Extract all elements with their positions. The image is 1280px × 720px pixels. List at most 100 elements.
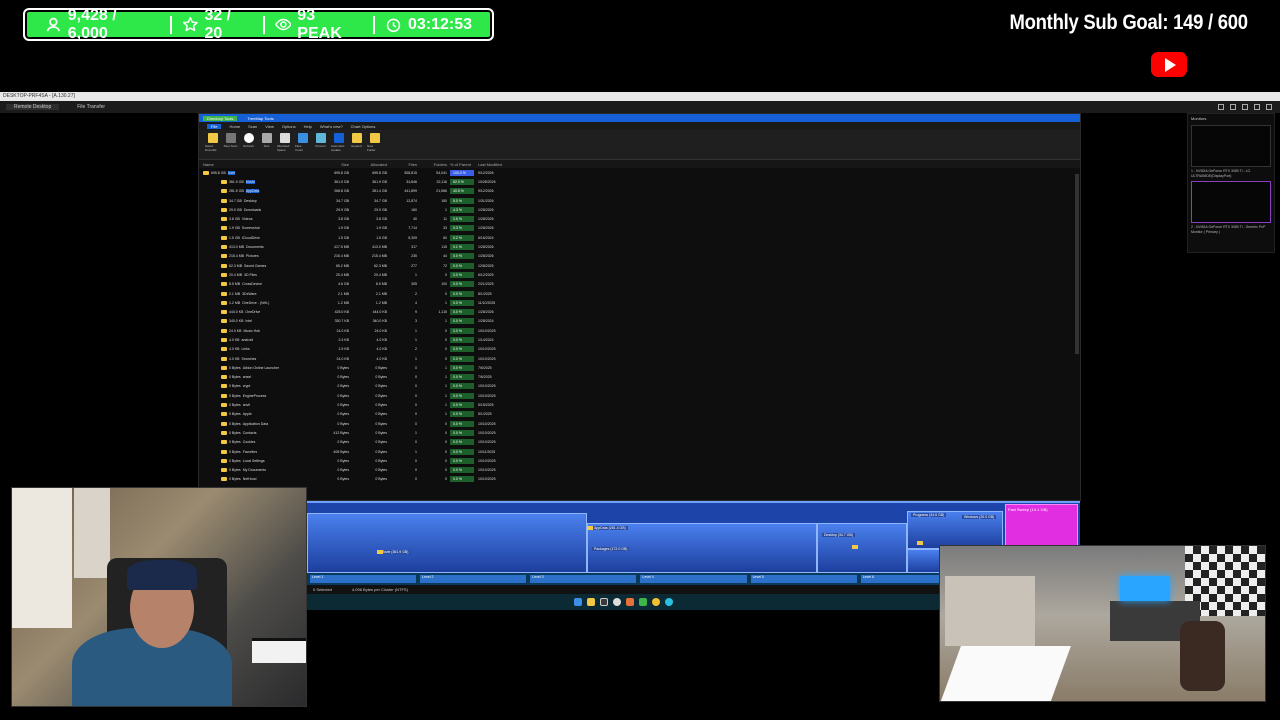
row-folders: 0 [445,337,447,342]
tree-row[interactable]: 0 Bytes My Documents 0 Bytes 0 Bytes 0 0 0.0 %… [199,466,1080,475]
folder-icon [852,545,858,549]
col-size[interactable]: Size [324,162,349,167]
files-count-button[interactable]: Files Count [295,133,310,156]
ribbon-tab-options[interactable]: Options [282,124,296,129]
tab-file-transfer[interactable]: File Transfer [69,104,113,110]
tree-row[interactable]: 0 Bytes Apple 0 Bytes 0 Bytes 0 1 0.0 % 5/1/202… [199,410,1080,419]
tree-row[interactable]: 444.0 KB OneDrive 425.0 KB 444.0 KB 9 1,115 0.… [199,307,1080,316]
col-allocated[interactable]: Allocated [349,162,387,167]
settings-icon[interactable] [1218,104,1224,110]
tree-row[interactable]: 0 Bytes Local Settings 0 Bytes 0 Bytes 0 0 0.0… [199,456,1080,465]
tree-row[interactable]: 1.9 GB Screenshot 1.9 GB 1.9 GB 7,714 33 0.3 %… [199,224,1080,233]
row-modified: 12/8/2025 [478,263,494,268]
tree-row[interactable]: 215.4 MB Pictures 215.4 MB 215.4 MB 235 44 0.0… [199,252,1080,261]
tree-row[interactable]: 62.3 MB Saved Games 65.2 MB 62.3 MB 277 72 0.0… [199,261,1080,270]
tree-row[interactable]: 695.8 GB User 695.8 GB 695.8 GB 508,815 54,04… [199,168,1080,177]
terminal-icon[interactable] [599,598,608,606]
display-icon[interactable] [1230,104,1236,110]
tree-row[interactable]: 4.0 KB android 2.4 KB 4.0 KB 1 0 0.0 % 1/14/202… [199,335,1080,344]
ribbon-tab-view[interactable]: View [265,124,274,129]
ribbon-tab-home[interactable]: Home [229,124,240,129]
col-files[interactable]: Files [387,162,417,167]
tree-row[interactable]: 0 Bytes EngineProcess 0 Bytes 0 Bytes 0 1 0.0 … [199,391,1080,400]
edge-icon[interactable] [664,598,673,606]
tree-row[interactable]: 0 Bytes Cookies 0 Bytes 0 Bytes 0 0 0.0 % 10/10… [199,438,1080,447]
tree-row[interactable]: 34.7 GB Desktop 34.7 GB 34.7 GB 12,874 150 5.0… [199,196,1080,205]
row-size: 0 Bytes [337,421,349,426]
col-modified[interactable]: Last Modified [474,162,514,167]
tree-row[interactable]: 1.5 GB iCloudDrive 1.5 GB 1.5 GB 5,309 60 0.2 … [199,233,1080,242]
stop-scan-button[interactable]: Stop Scan [223,133,238,156]
refresh-button[interactable]: Refresh [241,133,256,156]
chrome-icon[interactable] [651,598,660,606]
percent-button[interactable]: Percent [313,133,328,156]
col-name[interactable]: Name [199,162,324,167]
percent-bar: 0.0 % [450,402,474,409]
row-modified: 7/6/2025 [478,365,492,370]
tree-row[interactable]: 0 Bytes NetHood 0 Bytes 0 Bytes 0 0 0.0 % 10/10… [199,475,1080,484]
treemap-block-movie[interactable] [307,513,587,573]
monitor-thumb-2[interactable] [1191,181,1271,223]
row-percent: 100.0 % [447,169,474,176]
ribbon-tab-help[interactable]: Help [304,124,312,129]
tree-row[interactable]: 4.0 KB Searches 24.0 KB 4.0 KB 1 0 0.0 % 10/10/… [199,354,1080,363]
row-percent: 0.0 % [447,346,474,353]
col-percent[interactable]: % of Parent [447,162,474,167]
row-folder-name: Intel [245,319,253,324]
tree-row-name: 2.1 MB 3DxWare [199,291,324,296]
treemap-block-highlight[interactable]: Fast Sweep (14.1 GB) [1005,504,1078,548]
tree-row[interactable]: 0 Bytes Albion Online Launcher 0 Bytes 0 By… [199,363,1080,372]
tree-row[interactable]: 413.0 MB Documents 417.5 MB 413.0 MB 317 115 0… [199,242,1080,251]
tree-row[interactable]: 4.0 KB Links 1.9 KB 4.0 KB 2 0 0.0 % 10/10/2025 [199,345,1080,354]
start-icon[interactable] [573,598,582,606]
close-icon[interactable] [1266,104,1272,110]
size-button[interactable]: Size [259,133,274,156]
explorer-icon[interactable] [586,598,595,606]
treemap-block-desktop[interactable] [817,523,907,573]
tree-row[interactable]: 340.0 KB Intel 330.7 KB 340.0 KB 3 1 0.0 % 1/28… [199,317,1080,326]
tree-row[interactable]: 8.5 MB CrossDevice 4.6 GB 8.5 MB 305 100 0.0 %… [199,280,1080,289]
tab-directory-tools[interactable]: Directory Tools [203,115,238,121]
tree-row[interactable]: 20.4 MB 3D Files 20.4 MB 20.4 MB 1 0 0.0 % 6/12… [199,270,1080,279]
tree-row[interactable]: 0 Bytes anvil 0 Bytes 0 Bytes 0 1 0.0 % 5/15/20… [199,400,1080,409]
tab-remote-desktop[interactable]: Remote Desktop [6,104,60,110]
monitor-thumb-1[interactable] [1191,125,1271,167]
tree-row[interactable]: 3.8 GB Videos 3.8 GB 3.8 GB 40 11 0.5 % 1/28/20… [199,214,1080,223]
tree-row[interactable]: 1.2 MB OneDrive - (NHL) 1.2 MB 1.2 MB 4 1 0.0 … [199,298,1080,307]
tree-row[interactable]: 29.9 GB Downloads 29.9 GB 29.9 GB 160 1 4.3 % 1… [199,205,1080,214]
row-size: 695.8 GB [334,170,349,175]
keyboard-icon[interactable] [1242,104,1248,110]
ribbon-tab-file[interactable]: File [207,123,222,129]
new-folder-button[interactable]: New Folder [367,133,382,156]
fullscreen-icon[interactable] [1254,104,1260,110]
ribbon-tab-chart-options[interactable]: Chart Options [351,124,376,129]
row-allocated: 413.0 MB [372,245,387,250]
row-size-tag: 0 Bytes [229,412,241,417]
row-files: 0 [415,393,417,398]
tree-row[interactable]: 0 Bytes crypt 0 Bytes 0 Bytes 0 1 0.0 % 10/10/2… [199,382,1080,391]
ribbon-tab-whats-new[interactable]: What's new? [320,124,343,129]
col-folders[interactable]: Folders [417,162,447,167]
settings-icon[interactable] [612,598,621,606]
wiztree-icon[interactable] [638,598,647,606]
tree-row[interactable]: 0 Bytes Contacts 412 Bytes 0 Bytes 1 0 0.0 % 10… [199,428,1080,437]
expand-button[interactable]: Expand [349,133,364,156]
allocated-button[interactable]: Allocated Space [277,133,292,156]
tree-row[interactable]: 361.9 GB Movie 361.9 GB 361.9 GB 34,846 32,11… [199,177,1080,186]
row-folder-name: crypt [242,384,251,389]
tab-treemap-tools[interactable]: TreeMap Tools [247,116,273,121]
folder-icon [221,263,227,268]
select-drive-button[interactable]: Select Drive/Dir [205,133,220,156]
row-folders: 150 [441,198,447,203]
tree-row[interactable]: 0 Bytes ansel 0 Bytes 0 Bytes 0 1 0.0 % 7/6/202… [199,373,1080,382]
tree-scrollbar[interactable] [1075,174,1079,354]
auto-update-button[interactable]: Automatic Update [331,133,346,156]
tree-row[interactable]: 0 Bytes Favorites 408 Bytes 0 Bytes 1 0 0.0 % 1… [199,447,1080,456]
tree-row[interactable]: 2.1 MB 3DxWare 2.1 MB 2.1 MB 2 0 0.0 % 8/1/2025 [199,289,1080,298]
tree-row[interactable]: 24.0 KB Music Hub 24.0 KB 24.0 KB 1 0 0.0 % 10/… [199,326,1080,335]
ribbon-tab-scan[interactable]: Scan [248,124,257,129]
app-icon[interactable] [625,598,634,606]
tree-row[interactable]: 0 Bytes Application Data 0 Bytes 0 Bytes 0 0 0… [199,419,1080,428]
tree-row-name: 413.0 MB Documents [199,245,324,250]
tree-row[interactable]: 281.5 GB AppData 268.8 GB 281.4 GB 441,899 21… [199,187,1080,196]
